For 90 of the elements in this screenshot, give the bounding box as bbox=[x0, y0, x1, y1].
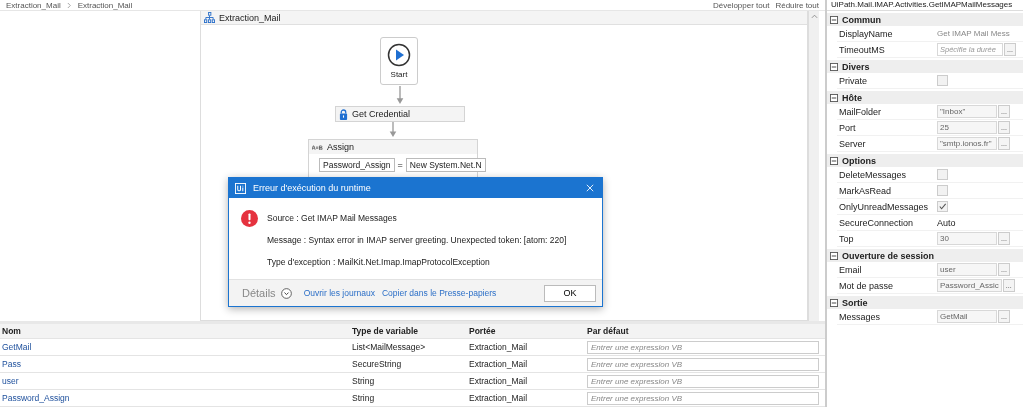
assign-value-field[interactable]: New System.Net.N bbox=[405, 158, 486, 172]
checkbox[interactable] bbox=[937, 185, 948, 196]
padlock-icon bbox=[339, 108, 348, 120]
checkbox[interactable] bbox=[937, 75, 948, 86]
property-label: Email bbox=[838, 264, 863, 275]
property-field[interactable]: "smtp.ionos.fr" bbox=[937, 137, 997, 150]
activity-title: Get Credential bbox=[352, 109, 411, 119]
error-detail-text: Message : Syntax error in IMAP server greeting. Unexpected token: [atom: 220] bbox=[267, 235, 567, 245]
column-header[interactable]: Type de variable bbox=[350, 326, 467, 336]
chevron-down-icon[interactable] bbox=[280, 287, 292, 299]
collapse-icon[interactable] bbox=[830, 93, 838, 102]
property-field[interactable]: Password_Assic bbox=[937, 279, 1002, 292]
collapse-icon[interactable] bbox=[830, 251, 838, 260]
default-value-field[interactable]: Entrer une expression VB bbox=[587, 357, 819, 371]
variable-name-cell[interactable]: GetMail bbox=[0, 342, 350, 352]
checkbox[interactable] bbox=[937, 169, 948, 180]
connector-arrow bbox=[389, 122, 397, 138]
category-header: Divers bbox=[842, 61, 870, 72]
default-value-field[interactable]: Entrer une expression VB bbox=[587, 374, 819, 388]
category-header: Commun bbox=[842, 14, 881, 25]
app-logo-icon bbox=[235, 182, 246, 194]
property-label: DeleteMessages bbox=[838, 169, 908, 180]
column-header[interactable]: Portée bbox=[467, 326, 585, 336]
property-label: Server bbox=[838, 138, 867, 149]
property-field[interactable]: 30 bbox=[937, 232, 997, 245]
connector-arrow bbox=[396, 86, 404, 105]
property-field[interactable]: "Inbox" bbox=[937, 105, 997, 118]
property-field[interactable]: 25 bbox=[937, 121, 997, 134]
property-label: DisplayName bbox=[838, 28, 894, 39]
property-label: Port bbox=[838, 122, 857, 133]
designer-action-link[interactable]: Développer tout bbox=[712, 0, 770, 10]
property-label: Mot de passe bbox=[838, 280, 895, 291]
dialog-link[interactable]: Copier dans le Presse-papiers bbox=[381, 288, 497, 298]
property-value[interactable]: Auto bbox=[937, 217, 956, 228]
property-field[interactable]: GetMail bbox=[937, 310, 997, 323]
variable-type-cell[interactable]: List<MailMessage> bbox=[350, 342, 467, 352]
column-header[interactable]: Par défaut bbox=[585, 326, 820, 336]
start-node[interactable]: Start bbox=[380, 37, 418, 85]
property-value: Get IMAP Mail Mess bbox=[937, 29, 1010, 38]
collapse-icon[interactable] bbox=[830, 156, 838, 165]
dialog-link[interactable]: Ouvrir les journaux bbox=[303, 288, 375, 298]
play-icon bbox=[387, 43, 411, 67]
ok-button[interactable]: OK bbox=[544, 284, 596, 302]
collapse-icon[interactable] bbox=[830, 298, 838, 307]
properties-title: UiPath.Mail.IMAP.Activities.GetIMAPMailMessages bbox=[827, 0, 1023, 11]
error-icon bbox=[241, 210, 258, 227]
chevron-icon bbox=[66, 1, 72, 9]
equals-sign: = bbox=[397, 160, 403, 170]
variable-type-cell[interactable]: String bbox=[350, 393, 467, 403]
vertical-scrollbar[interactable] bbox=[808, 11, 819, 321]
designer-action-link[interactable]: Réduire tout bbox=[775, 0, 819, 10]
assign-icon bbox=[312, 144, 323, 150]
close-icon[interactable] bbox=[586, 184, 594, 192]
property-label: Messages bbox=[838, 311, 882, 322]
variable-scope-cell[interactable]: Extraction_Mail bbox=[467, 376, 585, 386]
checked-checkbox[interactable] bbox=[937, 201, 948, 212]
property-label: Top bbox=[838, 233, 855, 244]
error-detail-text: Type d'exception : MailKit.Net.Imap.ImapProtocolException bbox=[267, 257, 491, 267]
property-label: MarkAsRead bbox=[838, 185, 893, 196]
category-header: Options bbox=[842, 155, 876, 166]
category-header: Hôte bbox=[842, 92, 862, 103]
workflow-title: Extraction_Mail bbox=[219, 12, 281, 23]
variable-name-cell[interactable]: Pass bbox=[0, 359, 350, 369]
breadcrumb-item[interactable]: Extraction_Mail bbox=[6, 0, 61, 10]
column-header[interactable]: Nom bbox=[0, 326, 350, 336]
assign-target-field[interactable]: Password_Assign bbox=[319, 158, 395, 172]
variable-type-cell[interactable]: String bbox=[350, 376, 467, 386]
collapse-icon[interactable] bbox=[830, 62, 838, 71]
property-label: TimeoutMS bbox=[838, 44, 886, 55]
property-field[interactable]: user bbox=[937, 263, 997, 276]
property-label: MailFolder bbox=[838, 106, 882, 117]
error-detail-text: Source : Get IMAP Mail Messages bbox=[267, 213, 398, 223]
variable-scope-cell[interactable]: Extraction_Mail bbox=[467, 342, 585, 352]
collapse-icon[interactable] bbox=[830, 15, 838, 24]
activity-title: Assign bbox=[327, 142, 354, 152]
activity-card[interactable]: Get Credential bbox=[335, 106, 465, 122]
variable-name-cell[interactable]: Password_Assign bbox=[0, 393, 350, 403]
flowchart-icon bbox=[204, 12, 215, 23]
default-value-field[interactable]: Entrer une expression VB bbox=[587, 340, 819, 354]
property-label: Private bbox=[838, 75, 868, 86]
variable-name-cell[interactable]: user bbox=[0, 376, 350, 386]
category-header: Sortie bbox=[842, 297, 868, 308]
variable-scope-cell[interactable]: Extraction_Mail bbox=[467, 393, 585, 403]
default-value-field[interactable]: Entrer une expression VB bbox=[587, 391, 819, 405]
variable-type-cell[interactable]: SecureString bbox=[350, 359, 467, 369]
property-label: SecureConnection bbox=[838, 217, 915, 228]
property-label: OnlyUnreadMessages bbox=[838, 201, 930, 212]
variable-scope-cell[interactable]: Extraction_Mail bbox=[467, 359, 585, 369]
category-header: Ouverture de session bbox=[842, 250, 935, 261]
breadcrumb-item[interactable]: Extraction_Mail bbox=[77, 0, 133, 10]
